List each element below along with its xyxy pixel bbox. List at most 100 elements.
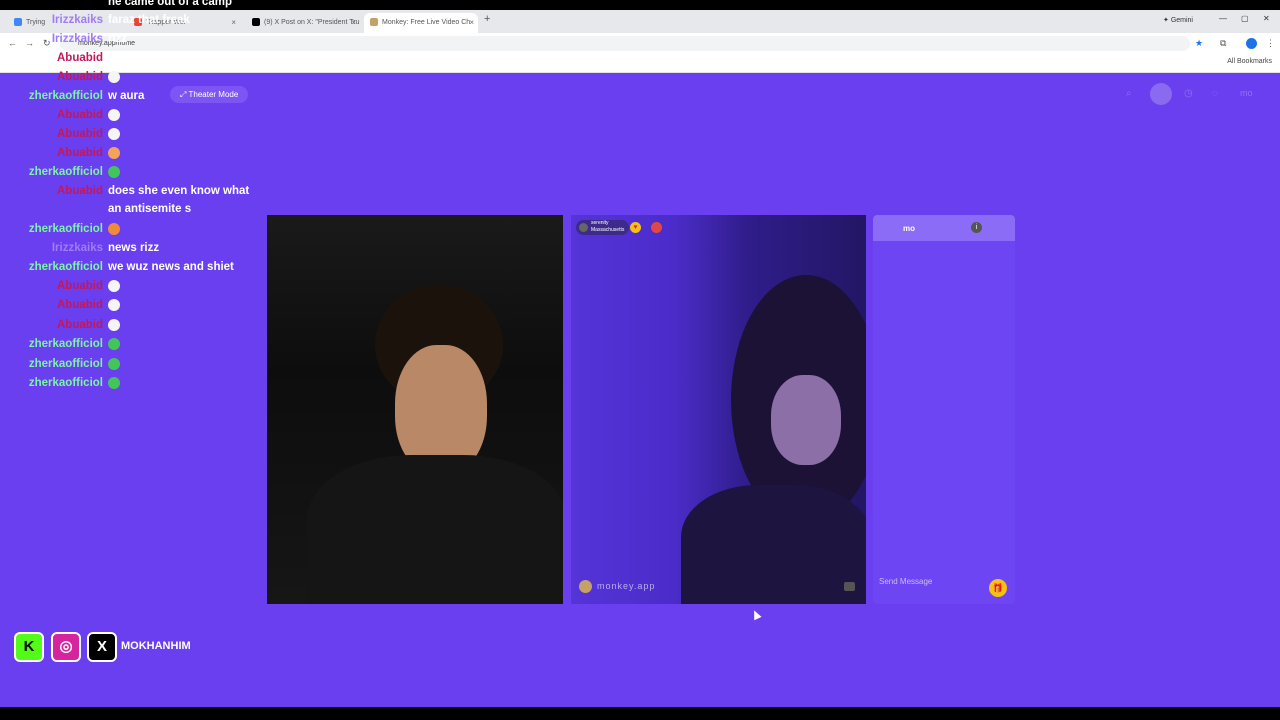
chat-message: zherkaofficiol — [0, 221, 260, 237]
chat-text — [108, 107, 120, 123]
chat-message: Abuabid — [0, 69, 260, 85]
x-icon[interactable]: X — [87, 632, 117, 662]
close-icon[interactable]: × — [469, 13, 474, 33]
chat-text — [108, 297, 120, 313]
side-panel-header: mo i — [873, 215, 1015, 241]
chat-username: Abuabid — [57, 71, 103, 83]
avatar[interactable] — [1150, 83, 1172, 105]
chat-message: Abuabid — [0, 126, 260, 142]
chat-username: Irizzkaiks — [51, 242, 103, 254]
chat-text: does she even know what — [108, 185, 250, 197]
report-icon[interactable] — [651, 222, 662, 233]
stream-chat-overlay: he came out of a camp Irizzkaiks faraz th… — [0, 0, 263, 400]
emote-icon — [108, 108, 120, 121]
close-icon[interactable]: × — [351, 13, 356, 33]
chat-text — [108, 145, 120, 161]
kick-icon[interactable]: K — [14, 632, 44, 662]
chat-text — [108, 317, 120, 333]
monkey-favicon-icon — [370, 18, 378, 27]
chat-username: zherkaofficiol — [28, 90, 103, 102]
profile-name[interactable]: mo — [1240, 88, 1253, 98]
chat-header-line: he came out of a camp — [108, 0, 232, 8]
chat-message: Abuabid — [0, 145, 260, 161]
chat-text: theres arabs on here as well — [108, 52, 263, 64]
side-user-name[interactable]: mo — [903, 224, 915, 233]
chat-message: zherkaofficiol we wuz news and shiet — [0, 259, 260, 275]
chat-message: zherkaofficiol — [0, 375, 260, 391]
chat-text: we wuz news and shiet — [108, 261, 234, 273]
info-icon — [579, 222, 588, 232]
chat-username: zherkaofficiol — [28, 377, 103, 389]
chat-text — [108, 375, 120, 391]
partner-badge[interactable]: serenity Massachusetts — [576, 220, 630, 235]
send-message-input[interactable]: Send Message — [879, 577, 932, 586]
chat-text — [108, 356, 120, 372]
chat-username: Abuabid — [57, 52, 103, 64]
chat-username: zherkaofficiol — [28, 338, 103, 350]
chat-text — [108, 221, 120, 237]
search-icon[interactable]: ⌕ — [1126, 88, 1132, 99]
chat-username: Abuabid — [57, 299, 103, 311]
history-icon[interactable]: ◷ — [1184, 88, 1193, 99]
emote-icon — [108, 318, 120, 331]
minimize-icon[interactable]: — — [1219, 14, 1227, 23]
chat-text: an antisemite s — [108, 203, 192, 215]
emote-icon — [108, 127, 120, 140]
chat-username: Abuabid — [57, 109, 103, 121]
chat-message: Abuabid — [0, 278, 260, 294]
emote-icon — [108, 376, 120, 389]
all-bookmarks-link[interactable]: All Bookmarks — [1227, 58, 1272, 65]
chat-message: Abuabid theres arabs on here as well — [0, 50, 263, 66]
screen: Trying "Rapper Wer × (9) X Post on X: "Pr… — [0, 0, 1280, 720]
chat-username: zherkaofficiol — [28, 358, 103, 370]
close-window-icon[interactable]: ✕ — [1263, 14, 1270, 23]
chat-text — [108, 69, 120, 85]
instagram-icon[interactable]: ◎ — [51, 632, 81, 662]
chat-text: rizz — [108, 33, 128, 45]
side-chat-panel: mo i Send Message 🎁 — [873, 215, 1015, 604]
chat-message: zherkaofficiol — [0, 164, 260, 180]
chat-username: Abuabid — [57, 128, 103, 140]
emote-icon — [108, 222, 120, 235]
chat-message: Irizzkaiks rizz — [0, 31, 260, 47]
video-stage: serenity Massachusetts ♥ monkey.app mo i … — [265, 215, 1017, 607]
chat-username: Irizzkaiks — [51, 14, 103, 26]
heart-icon[interactable]: ♥ — [630, 222, 641, 233]
chat-text: faraz that freak — [108, 14, 190, 26]
gemini-button[interactable]: ✦ Gemini — [1163, 16, 1193, 24]
bookmark-star-icon[interactable]: ★ — [1195, 38, 1203, 49]
menu-icon[interactable]: ⋮ — [1266, 38, 1275, 49]
emote-icon — [108, 165, 120, 178]
emote-icon — [108, 337, 120, 350]
gift-icon[interactable]: 🎁 — [989, 579, 1007, 597]
chat-username: zherkaofficiol — [28, 166, 103, 178]
partner-video: serenity Massachusetts ♥ monkey.app — [571, 215, 866, 604]
chat-username: zherkaofficiol — [28, 223, 103, 235]
maximize-icon[interactable]: ▢ — [1241, 14, 1249, 23]
chat-username: Abuabid — [57, 280, 103, 292]
monkey-logo-icon — [579, 580, 592, 593]
chat-message: Abuabid — [0, 317, 260, 333]
chat-message: an antisemite s — [0, 201, 260, 217]
extensions-icon[interactable]: ⧉ — [1220, 38, 1226, 49]
chat-text — [108, 126, 120, 142]
profile-avatar[interactable] — [1246, 38, 1257, 49]
chat-icon[interactable]: ◌ — [1212, 88, 1218, 99]
browser-tab-active[interactable]: Monkey: Free Live Video Ch × — [364, 13, 478, 33]
emote-icon — [108, 298, 120, 311]
browser-tab[interactable]: (9) X Post on X: "President Tru × — [246, 13, 360, 33]
new-tab-button[interactable]: + — [484, 13, 490, 25]
captions-icon[interactable] — [844, 582, 855, 591]
chat-message: zherkaofficiol w aura — [0, 88, 260, 104]
chat-message: Abuabid — [0, 297, 260, 313]
emote-icon — [108, 146, 120, 159]
chat-message: Irizzkaiks news rizz — [0, 240, 260, 256]
chat-username: zherkaofficiol — [28, 261, 103, 273]
info-icon[interactable]: i — [971, 222, 982, 233]
chat-text — [108, 164, 120, 180]
chat-text — [108, 278, 120, 294]
chat-message: Abuabid — [0, 107, 260, 123]
chat-message: zherkaofficiol — [0, 336, 260, 352]
emote-icon — [108, 357, 120, 370]
chat-message: Irizzkaiks faraz that freak — [0, 12, 260, 28]
